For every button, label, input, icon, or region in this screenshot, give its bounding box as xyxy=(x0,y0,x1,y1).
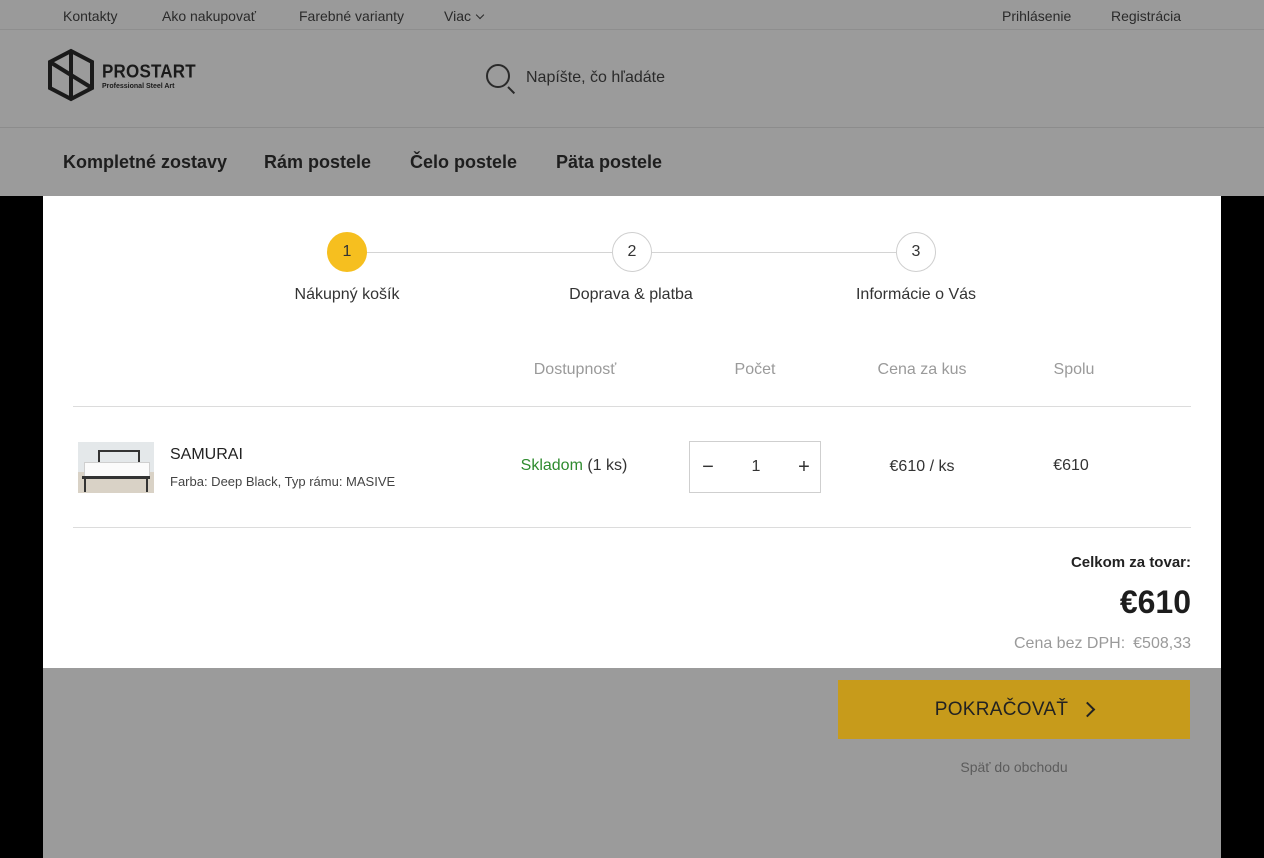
column-header-unit-price: Cena za kus xyxy=(877,361,967,378)
chevron-down-icon xyxy=(475,10,485,20)
brand-tagline: Professional Steel Art xyxy=(102,83,175,90)
quantity-input[interactable] xyxy=(734,456,778,478)
logo-text: PROSTART Professional Steel Art xyxy=(102,61,196,90)
product-image[interactable] xyxy=(78,442,154,493)
stock-count: (1 ks) xyxy=(587,457,628,474)
back-to-shop-link[interactable]: Späť do obchodu xyxy=(838,759,1190,775)
net-price-value: €508,33 xyxy=(1133,635,1191,652)
topbar-link-more[interactable]: Viac xyxy=(444,8,485,24)
row-total: €610 xyxy=(1053,457,1089,474)
brand-name: PROSTART xyxy=(102,61,196,82)
increase-quantity-button[interactable]: + xyxy=(794,456,814,478)
availability: Skladom (1 ks) xyxy=(494,457,654,475)
summary-label: Celkom za tovar: xyxy=(1070,554,1191,571)
summary-total: €610 xyxy=(1119,584,1191,620)
nav-item-footboard[interactable]: Päta postele xyxy=(556,152,662,173)
continue-button-label: POKRAČOVAŤ xyxy=(934,698,1069,720)
search-icon[interactable] xyxy=(486,64,510,88)
step-1-label: Nákupný košík xyxy=(294,286,400,303)
column-header-total: Spolu xyxy=(1053,361,1095,378)
continue-button[interactable]: POKRAČOVAŤ xyxy=(838,680,1190,739)
chevron-right-icon xyxy=(1080,701,1096,718)
step-3-label[interactable]: Informácie o Vás xyxy=(816,286,1016,304)
column-header-count: Počet xyxy=(734,361,776,378)
step-connector xyxy=(652,252,896,253)
search-box[interactable]: Napíšte, čo hľadáte xyxy=(484,62,784,94)
table-divider xyxy=(73,406,1191,407)
nav-item-headboard[interactable]: Čelo postele xyxy=(410,152,517,173)
register-link[interactable]: Registrácia xyxy=(1111,8,1181,24)
category-nav: Kompletné zostavy Rám postele Čelo poste… xyxy=(0,128,1264,196)
step-1-circle: 1 xyxy=(327,232,367,272)
step-2-label[interactable]: Doprava & platba xyxy=(531,286,731,304)
site-logo[interactable]: PROSTART Professional Steel Art xyxy=(46,48,196,104)
site-header: PROSTART Professional Steel Art Napíšte,… xyxy=(0,30,1264,128)
summary-net-price: Cena bez DPH: €508,33 xyxy=(1014,635,1191,653)
login-link[interactable]: Prihlásenie xyxy=(1002,8,1071,24)
product-variant: Farba: Deep Black, Typ rámu: MASIVE xyxy=(170,474,396,489)
nav-item-bed-frame[interactable]: Rám postele xyxy=(264,152,371,173)
logo-mark-icon xyxy=(48,48,94,102)
table-divider xyxy=(73,527,1191,528)
net-price-label: Cena bez DPH: xyxy=(1013,635,1126,652)
decrease-quantity-button[interactable]: − xyxy=(698,456,718,478)
step-2-circle[interactable]: 2 xyxy=(612,232,652,272)
topbar-link-how-to-buy[interactable]: Ako nakupovať xyxy=(162,8,256,24)
cart-panel: 1 2 3 Nákupný košík Doprava & platba Inf… xyxy=(43,196,1221,668)
nav-item-complete-sets[interactable]: Kompletné zostavy xyxy=(63,152,227,173)
topbar-link-contacts[interactable]: Kontakty xyxy=(63,8,117,24)
step-3-circle[interactable]: 3 xyxy=(896,232,936,272)
column-header-availability: Dostupnosť xyxy=(533,361,617,378)
search-placeholder[interactable]: Napíšte, čo hľadáte xyxy=(526,69,665,87)
stock-status: Skladom xyxy=(520,457,583,474)
product-name[interactable]: SAMURAI xyxy=(170,446,243,464)
topbar-link-more-label: Viac xyxy=(444,8,471,24)
top-bar: Kontakty Ako nakupovať Farebné varianty … xyxy=(0,0,1264,30)
unit-price: €610 / ks xyxy=(889,458,955,475)
topbar-link-color-variants[interactable]: Farebné varianty xyxy=(299,8,404,24)
quantity-stepper: − + xyxy=(689,441,821,493)
step-connector xyxy=(367,252,612,253)
